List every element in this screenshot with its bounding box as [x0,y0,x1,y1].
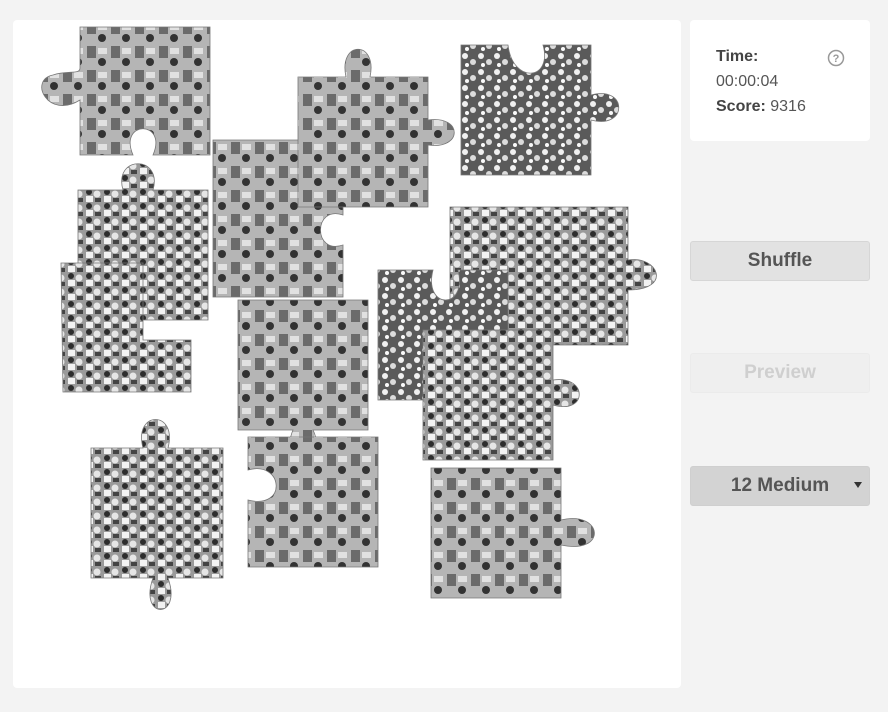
difficulty-label: 12 Medium [730,475,830,496]
shuffle-button[interactable]: Shuffle [690,241,870,281]
score-label: Score: [716,98,766,115]
puzzle-piece [90,419,224,610]
question-circle-icon[interactable]: ? [827,49,845,67]
puzzle-piece [297,49,455,208]
difficulty-select[interactable]: 12 Medium [690,466,870,506]
time-value: 00:00:04 [716,73,779,90]
puzzle-piece [237,299,369,455]
puzzle-piece [41,26,211,156]
preview-button[interactable]: Preview [690,353,870,393]
time-row: Time: [716,48,758,66]
puzzle-piece [422,329,580,461]
score-value: 9316 [770,98,806,115]
puzzle-pieces [41,26,657,610]
time-label: Time: [716,48,759,65]
puzzle-piece [430,467,595,599]
stats-panel: Time: 00:00:04 Score: 9316 ? [690,20,870,141]
puzzle-piece [247,436,379,568]
chevron-down-icon [854,482,862,488]
svg-text:?: ? [833,53,840,65]
score-row: Score: 9316 [716,98,806,116]
puzzle-piece [460,44,620,176]
puzzle-board[interactable] [13,20,681,688]
